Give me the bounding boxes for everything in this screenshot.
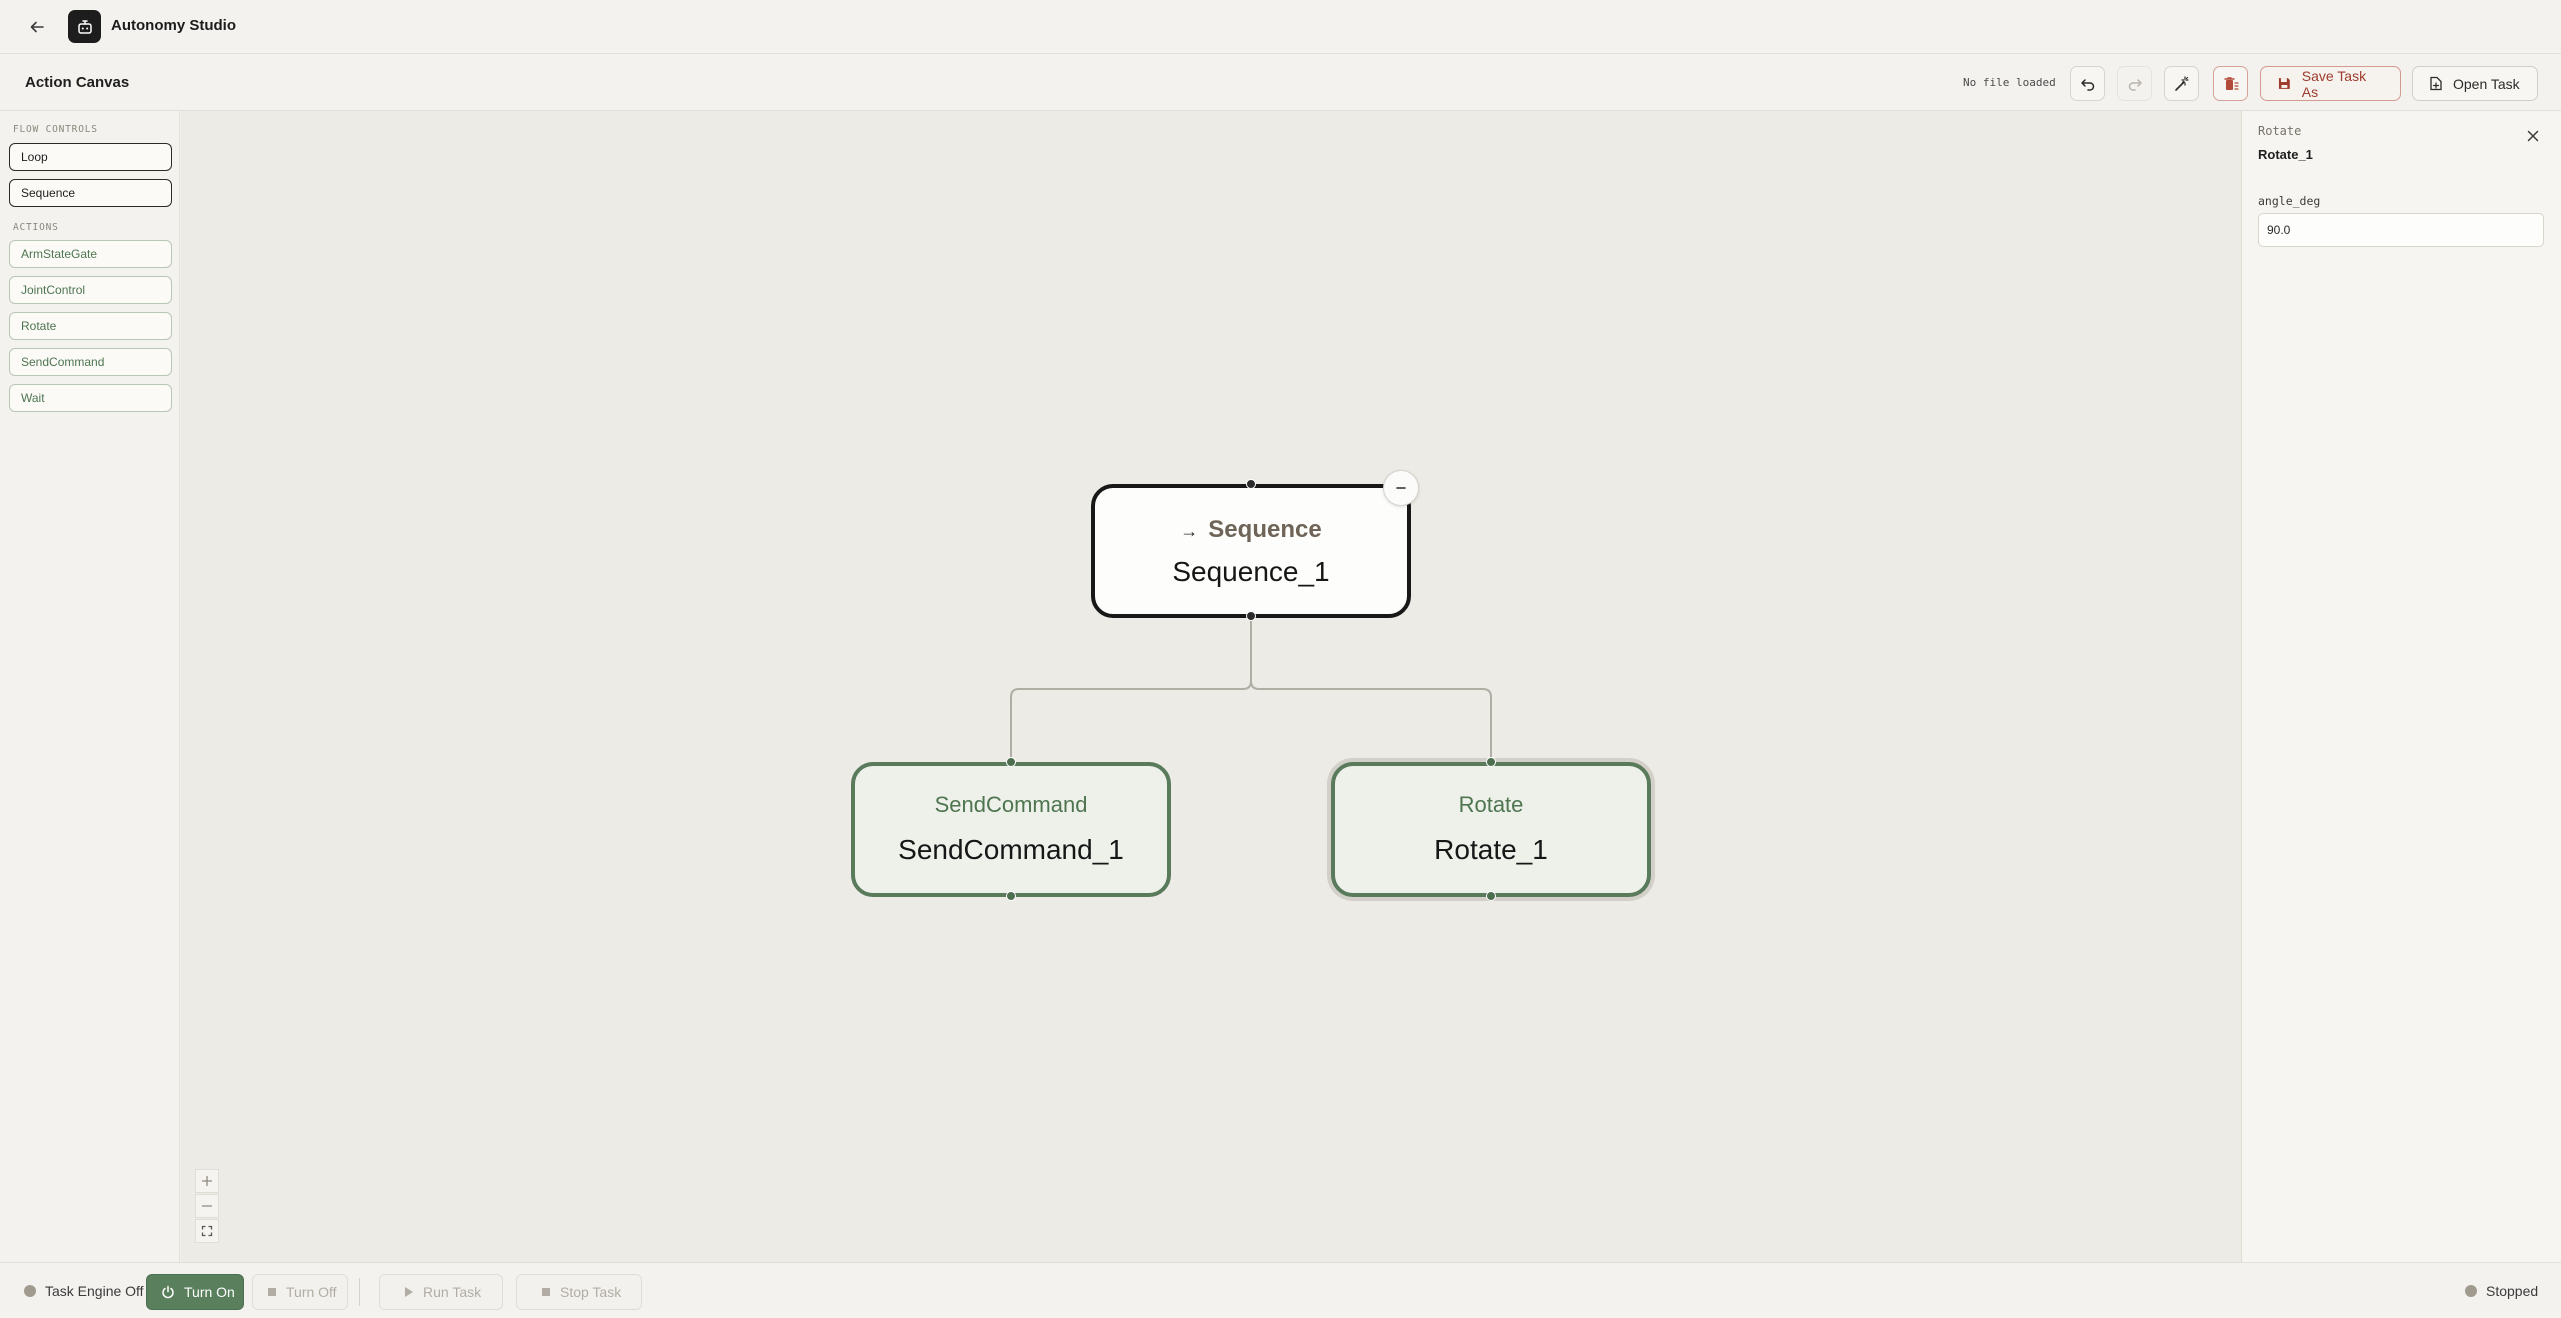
minus-icon: [1396, 487, 1406, 489]
redo-icon: [2128, 78, 2142, 91]
node-rotate-target-handle[interactable]: [1486, 757, 1496, 767]
node-sendcommand-name: SendCommand_1: [898, 834, 1124, 865]
edge-sequence-to-rotate: [1250, 616, 1492, 764]
node-rotate[interactable]: Rotate Rotate_1: [1331, 762, 1651, 897]
robot-logo-icon: [68, 10, 101, 43]
page-title: Action Canvas: [25, 74, 130, 91]
node-sendcommand-source-handle[interactable]: [1006, 891, 1016, 901]
actions-heading: ACTIONS: [13, 222, 59, 233]
node-sendcommand-type: SendCommand: [934, 792, 1088, 817]
engine-status-text: Task Engine Off: [45, 1283, 144, 1299]
node-palette: FLOW CONTROLS Loop Sequence ACTIONS ArmS…: [0, 111, 180, 1262]
open-task-label: Open Task: [2453, 75, 2520, 92]
edge-layer: [1010, 616, 1492, 764]
run-task-button[interactable]: Run Task: [379, 1274, 503, 1310]
inspector-node-name: Rotate_1: [2258, 147, 2313, 162]
auto-layout-button[interactable]: [2164, 66, 2199, 101]
node-rotate-source-handle[interactable]: [1486, 891, 1496, 901]
power-icon: [162, 1285, 174, 1299]
palette-item-jointcontrol[interactable]: JointControl: [9, 276, 172, 304]
fit-view-button[interactable]: [195, 1219, 219, 1243]
angle-deg-label: angle_deg: [2258, 194, 2321, 208]
arrow-right-icon: →: [1180, 521, 1199, 541]
flow-controls-heading: FLOW CONTROLS: [13, 124, 98, 135]
app-header: Autonomy Studio: [0, 0, 2561, 54]
toolbar-divider: [359, 1278, 360, 1306]
node-sequence[interactable]: → Sequence Sequence_1: [1091, 484, 1411, 618]
redo-button[interactable]: [2117, 66, 2152, 101]
node-sequence-target-handle[interactable]: [1246, 479, 1256, 489]
angle-deg-input[interactable]: [2258, 213, 2544, 247]
edge-sequence-to-sendcommand: [1010, 616, 1252, 764]
plus-icon: [201, 1175, 213, 1187]
palette-item-armstategate[interactable]: ArmStateGate: [9, 240, 172, 268]
task-engine-bar: Task Engine Off Turn On Turn Off Run Tas…: [0, 1262, 2561, 1318]
magic-wand-icon: [2174, 75, 2189, 91]
canvas-toolbar: Action Canvas No file loaded Save Task A…: [0, 54, 2561, 111]
trash-icon: [2223, 76, 2239, 90]
save-task-as-label: Save Task As: [2301, 67, 2367, 100]
stop-icon: [542, 1288, 550, 1296]
collapse-button[interactable]: [1383, 470, 1419, 506]
stop-task-button[interactable]: Stop Task: [516, 1274, 642, 1310]
play-icon: [405, 1287, 413, 1297]
turn-off-button[interactable]: Turn Off: [252, 1274, 348, 1310]
fit-view-icon: [201, 1225, 213, 1237]
close-icon: [2527, 130, 2539, 142]
node-sequence-type: → Sequence: [1095, 516, 1407, 544]
property-inspector: Rotate Rotate_1 angle_deg: [2241, 111, 2561, 1262]
stop-task-label: Stop Task: [560, 1284, 622, 1300]
zoom-in-button[interactable]: [195, 1169, 219, 1193]
palette-item-rotate[interactable]: Rotate: [9, 312, 172, 340]
open-task-button[interactable]: Open Task: [2412, 66, 2538, 101]
zoom-out-button[interactable]: [195, 1194, 219, 1218]
node-sequence-source-handle[interactable]: [1246, 611, 1256, 621]
node-rotate-type: Rotate: [1458, 792, 1524, 817]
app-title: Autonomy Studio: [111, 17, 236, 34]
run-task-label: Run Task: [423, 1284, 482, 1300]
save-task-as-button[interactable]: Save Task As: [2260, 66, 2401, 101]
palette-item-sendcommand[interactable]: SendCommand: [9, 348, 172, 376]
run-state-text: Stopped: [2486, 1283, 2539, 1299]
undo-button[interactable]: [2070, 66, 2105, 101]
palette-item-loop[interactable]: Loop: [9, 143, 172, 171]
turn-on-button[interactable]: Turn On: [146, 1274, 244, 1310]
turn-off-label: Turn Off: [286, 1284, 337, 1300]
undo-icon: [2080, 78, 2094, 91]
turn-on-label: Turn On: [184, 1284, 235, 1300]
close-inspector-button[interactable]: [2524, 127, 2542, 145]
back-arrow-icon[interactable]: [26, 16, 48, 38]
palette-item-sequence[interactable]: Sequence: [9, 179, 172, 207]
file-icon: [2430, 76, 2442, 91]
minus-icon: [201, 1205, 213, 1207]
node-sendcommand-target-handle[interactable]: [1006, 757, 1016, 767]
engine-status-dot: [24, 1285, 36, 1297]
clear-canvas-button[interactable]: [2213, 66, 2248, 101]
file-status: No file loaded: [1963, 76, 2056, 89]
action-canvas[interactable]: → Sequence Sequence_1 SendCommand SendCom…: [181, 111, 2241, 1262]
node-sendcommand[interactable]: SendCommand SendCommand_1: [851, 762, 1171, 897]
run-state-dot: [2465, 1285, 2477, 1297]
node-rotate-name: Rotate_1: [1434, 834, 1548, 865]
node-sequence-name: Sequence_1: [1172, 556, 1330, 587]
save-icon: [2278, 78, 2290, 89]
node-sequence-type-label: Sequence: [1208, 516, 1322, 543]
palette-item-wait[interactable]: Wait: [9, 384, 172, 412]
inspector-node-type: Rotate: [2258, 124, 2302, 138]
square-icon: [268, 1288, 276, 1296]
